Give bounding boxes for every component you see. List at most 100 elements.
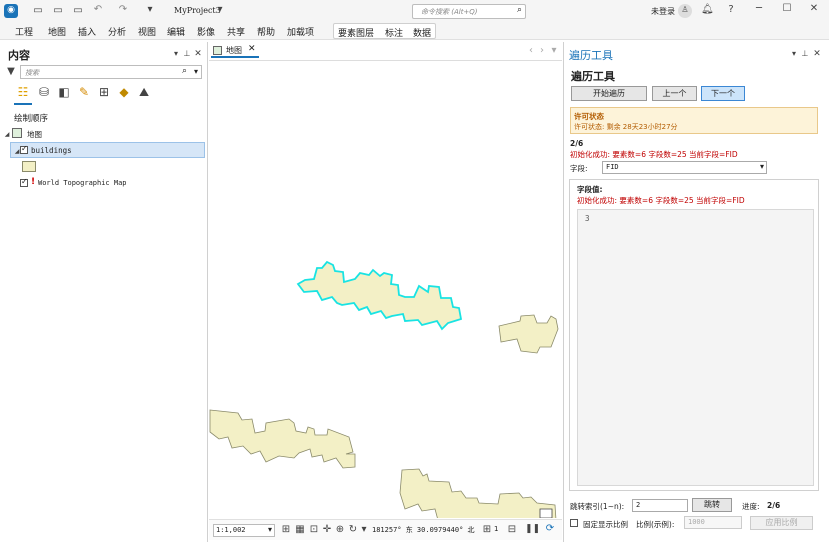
pin-icon[interactable]: ⊥ — [801, 48, 809, 60]
chevron-down-icon: ▾ — [267, 525, 272, 534]
save-project-icon[interactable]: ▭ — [72, 5, 84, 17]
tab-view[interactable]: 视图 — [138, 25, 156, 38]
active-view-underline — [14, 103, 32, 105]
previous-button[interactable]: 上一个 — [652, 86, 697, 101]
tab-feature-layer[interactable]: 要素图层 — [338, 26, 374, 39]
notification-icon[interactable]: 🔔︎ — [701, 4, 714, 16]
next-button[interactable]: 下一个 — [701, 86, 745, 101]
scroll-tabs-right-icon[interactable]: › — [538, 45, 546, 57]
pane-options-icon[interactable]: ▾ — [172, 48, 180, 60]
scale-selector[interactable]: 1:1,002 ▾ — [213, 524, 275, 537]
layer-buildings-label[interactable]: buildings — [31, 146, 72, 155]
warning-icon: ! — [31, 177, 36, 187]
pin-icon[interactable]: ⊥ — [183, 48, 191, 60]
list-by-perspective-icon[interactable]: ⛰ — [137, 86, 151, 98]
customize-dropdown-icon[interactable]: ▾ — [146, 4, 154, 16]
rotate-tool-icon[interactable]: ↻ — [348, 524, 358, 536]
filter-icon[interactable]: ▼ — [6, 66, 16, 78]
scale-example-label: 比例(示例): — [636, 520, 675, 529]
coordinate-readout: 181257° 东 30.0979440° 北 — [372, 526, 475, 534]
map-node-label[interactable]: 地图 — [27, 129, 42, 140]
start-traversal-button[interactable]: 开始遍历 — [571, 86, 647, 101]
tab-help[interactable]: 帮助 — [257, 25, 275, 38]
check-icon: ✓ — [21, 177, 28, 186]
grid-tool-icon[interactable]: ⊞ — [281, 524, 291, 536]
command-search[interactable]: 命令搜索 (Alt+Q) ⌕ — [412, 4, 526, 19]
building-polygon[interactable] — [399, 468, 557, 533]
layer-basemap-label[interactable]: World Topographic Map — [38, 179, 127, 187]
scroll-tabs-left-icon[interactable]: ‹ — [527, 45, 535, 57]
list-by-editing-icon[interactable]: ✎ — [77, 86, 91, 98]
open-project-icon[interactable]: ▭ — [52, 5, 64, 17]
refresh-icon[interactable]: ⟳ — [544, 523, 556, 535]
pause-drawing-icon[interactable]: ❚❚ — [525, 523, 540, 535]
jump-index-input[interactable]: 2 — [632, 499, 688, 512]
search-icon: ⌕ — [516, 5, 522, 15]
layer-buildings-checkbox[interactable]: ✓ — [20, 144, 28, 154]
close-tab-icon[interactable]: ✕ — [248, 44, 256, 54]
minimize-icon[interactable]: ─ — [753, 3, 765, 15]
new-project-icon[interactable]: ▭ — [32, 5, 44, 17]
building-polygon[interactable] — [209, 409, 356, 469]
field-label: 字段: — [570, 164, 588, 173]
field-select-value: FID — [606, 163, 619, 171]
chevron-down-icon[interactable]: ▾ — [194, 67, 198, 76]
redo-icon[interactable]: ↷ — [117, 4, 129, 16]
close-pane-icon[interactable]: ✕ — [194, 48, 202, 60]
tool-pane-title: 遍历工具 — [569, 49, 613, 62]
map-icon — [12, 128, 22, 138]
pane-options-icon[interactable]: ▾ — [790, 48, 798, 60]
apply-scale-button[interactable]: 应用比例 — [750, 516, 813, 530]
tab-insert[interactable]: 插入 — [78, 25, 96, 38]
map-canvas[interactable] — [209, 60, 562, 533]
help-icon[interactable]: ? — [726, 4, 736, 16]
buildings-symbol-swatch[interactable] — [22, 161, 36, 172]
selected-features-icon[interactable]: ⊞ — [482, 524, 492, 536]
scale-example-input[interactable]: 1000 — [684, 516, 742, 529]
project-name[interactable]: MyProject3 — [174, 6, 221, 15]
snap-tool-icon[interactable]: ⊡ — [309, 524, 319, 536]
building-polygon[interactable] — [498, 314, 559, 354]
tab-addins[interactable]: 加载项 — [287, 25, 314, 38]
undo-icon[interactable]: ↶ — [92, 4, 104, 16]
tab-map[interactable]: 地图 — [48, 25, 66, 38]
list-by-snapping-icon[interactable]: ⊞ — [97, 86, 111, 98]
coordinate-tool-icon[interactable]: ⊕ — [335, 524, 345, 536]
chevron-down-icon[interactable]: ▾ — [360, 524, 368, 536]
list-by-selection-icon[interactable]: ◧ — [57, 86, 71, 98]
tool-heading: 遍历工具 — [571, 70, 615, 83]
contents-search-input[interactable]: 搜索 ⌕ ▾ — [20, 65, 202, 79]
tab-analysis[interactable]: 分析 — [108, 25, 126, 38]
tab-imagery[interactable]: 影像 — [197, 25, 215, 38]
refresh-view-icon[interactable]: ⊟ — [507, 524, 517, 536]
crosshair-icon[interactable]: ✛ — [322, 524, 332, 536]
map-tab[interactable]: 地图 ✕ — [211, 44, 259, 58]
field-value-textarea[interactable]: 3 — [577, 209, 814, 486]
user-status[interactable]: 未登录 — [651, 6, 675, 17]
tab-edit[interactable]: 编辑 — [167, 25, 185, 38]
jump-button[interactable]: 跳转 — [692, 498, 732, 512]
draw-order-heading: 绘制顺序 — [14, 114, 49, 124]
tab-share[interactable]: 共享 — [227, 25, 245, 38]
list-by-source-icon[interactable]: ⛁ — [37, 86, 51, 98]
map-status-bar: 1:1,002 ▾ ⊞ ▦ ⊡ ✛ ⊕ ↻ ▾ 181257° 东 30.097… — [209, 519, 562, 540]
fixed-scale-checkbox[interactable] — [570, 519, 578, 527]
close-pane-icon[interactable]: ✕ — [813, 48, 821, 60]
tab-data[interactable]: 数据 — [413, 26, 431, 39]
list-by-drawing-order-icon[interactable]: ☷ — [16, 86, 30, 98]
expand-map-icon[interactable]: ◢ — [4, 129, 10, 141]
field-select[interactable]: FID ▾ — [602, 161, 767, 174]
jump-index-value: 2 — [636, 501, 641, 509]
project-dropdown-icon[interactable]: ▾ — [216, 4, 224, 16]
table-tool-icon[interactable]: ▦ — [295, 524, 305, 536]
tab-project[interactable]: 工程 — [15, 25, 33, 38]
selected-building-polygon[interactable] — [296, 260, 463, 331]
field-values-label: 字段值: — [577, 185, 603, 194]
layer-basemap-checkbox[interactable]: ✓ — [20, 177, 28, 187]
maximize-icon[interactable]: ☐ — [781, 3, 793, 15]
tab-list-icon[interactable]: ▾ — [550, 45, 558, 57]
avatar-icon[interactable]: ♙ — [678, 4, 692, 18]
tab-labeling[interactable]: 标注 — [385, 26, 403, 39]
list-by-labeling-icon[interactable]: ◆ — [117, 86, 131, 98]
close-icon[interactable]: ✕ — [808, 3, 820, 15]
